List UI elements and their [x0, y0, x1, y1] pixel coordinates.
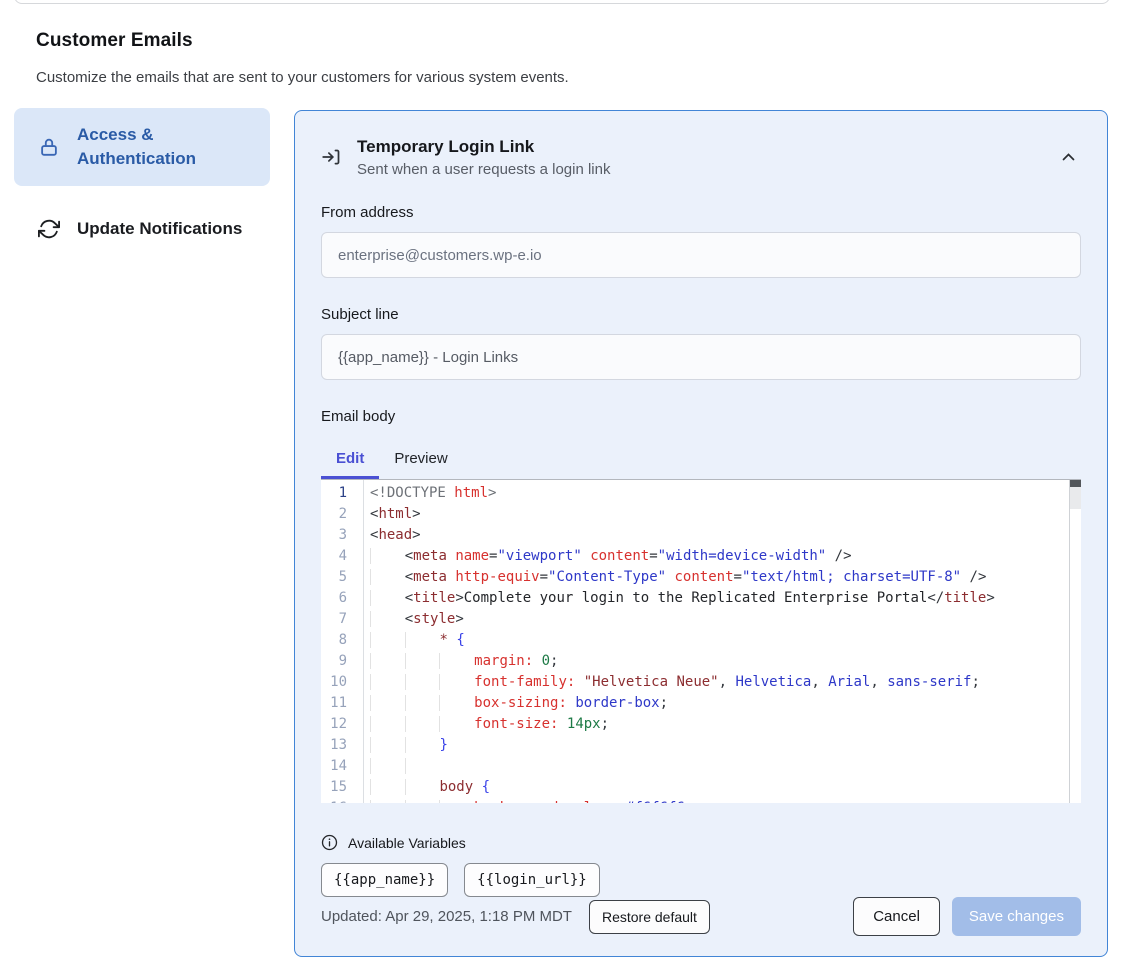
- code-line: <meta name="viewport" content="width=dev…: [370, 546, 1081, 567]
- line-number: 8: [321, 630, 347, 651]
- tab-preview[interactable]: Preview: [379, 440, 462, 479]
- info-icon: [321, 834, 338, 851]
- line-number: 2: [321, 504, 347, 525]
- code-line: font-size: 14px;: [370, 714, 1081, 735]
- code-line: [370, 756, 1081, 777]
- editor-code[interactable]: <!DOCTYPE html><html><head> <meta name="…: [364, 480, 1081, 803]
- line-number: 15: [321, 777, 347, 798]
- chevron-up-icon: [1062, 149, 1075, 164]
- line-number: 11: [321, 693, 347, 714]
- updated-timestamp: Updated: Apr 29, 2025, 1:18 PM MDT: [321, 908, 572, 925]
- cancel-button[interactable]: Cancel: [853, 897, 940, 936]
- code-line: <html>: [370, 504, 1081, 525]
- email-types-sidebar: Access & Authentication Update Notificat…: [14, 108, 270, 256]
- card-footer: Updated: Apr 29, 2025, 1:18 PM MDT Resto…: [321, 897, 1081, 936]
- code-line: body {: [370, 777, 1081, 798]
- line-number: 3: [321, 525, 347, 546]
- editor-tabs: Edit Preview: [321, 440, 1081, 479]
- code-line: <!DOCTYPE html>: [370, 483, 1081, 504]
- variable-chip-login-url[interactable]: {{login_url}}: [464, 863, 600, 897]
- code-editor[interactable]: 12345678910111213141516 <!DOCTYPE html><…: [321, 479, 1081, 803]
- temporary-login-link-card: Temporary Login Link Sent when a user re…: [294, 110, 1108, 957]
- available-variables-label: Available Variables: [348, 835, 466, 851]
- editor-gutter: 12345678910111213141516: [321, 480, 364, 803]
- code-line: <title>Complete your login to the Replic…: [370, 588, 1081, 609]
- editor-scrollbar[interactable]: [1069, 480, 1081, 803]
- variable-chip-app-name[interactable]: {{app_name}}: [321, 863, 448, 897]
- code-line: font-family: "Helvetica Neue", Helvetica…: [370, 672, 1081, 693]
- line-number: 10: [321, 672, 347, 693]
- subject-line-input[interactable]: [321, 334, 1081, 380]
- scrollbar-thumb[interactable]: [1070, 480, 1081, 487]
- line-number: 6: [321, 588, 347, 609]
- tab-edit[interactable]: Edit: [321, 440, 379, 479]
- email-body-label: Email body: [321, 408, 1081, 425]
- code-line: }: [370, 735, 1081, 756]
- save-changes-button[interactable]: Save changes: [952, 897, 1081, 936]
- code-line: <head>: [370, 525, 1081, 546]
- page-description: Customize the emails that are sent to yo…: [36, 69, 569, 86]
- subject-line-label: Subject line: [321, 306, 1081, 323]
- previous-card-edge: [14, 0, 1110, 4]
- line-number: 13: [321, 735, 347, 756]
- code-line: box-sizing: border-box;: [370, 693, 1081, 714]
- refresh-icon: [38, 218, 60, 240]
- sidebar-item-label: Update Notifications: [77, 217, 242, 241]
- page-title: Customer Emails: [36, 30, 569, 52]
- collapse-button[interactable]: [1056, 143, 1081, 170]
- available-variables-row: Available Variables: [321, 834, 1081, 851]
- from-address-input[interactable]: [321, 232, 1081, 278]
- code-line: <style>: [370, 609, 1081, 630]
- restore-default-button[interactable]: Restore default: [589, 900, 710, 934]
- variable-chips: {{app_name}} {{login_url}}: [321, 863, 1081, 897]
- code-line: <meta http-equiv="Content-Type" content=…: [370, 567, 1081, 588]
- line-number: 5: [321, 567, 347, 588]
- line-number: 16: [321, 798, 347, 803]
- card-subtitle: Sent when a user requests a login link: [357, 161, 1056, 178]
- sidebar-item-update-notifications[interactable]: Update Notifications: [14, 202, 270, 256]
- line-number: 4: [321, 546, 347, 567]
- card-header: Temporary Login Link Sent when a user re…: [321, 137, 1081, 178]
- lock-icon: [38, 135, 60, 159]
- code-line: * {: [370, 630, 1081, 651]
- sidebar-item-access-authentication[interactable]: Access & Authentication: [14, 108, 270, 186]
- line-number: 7: [321, 609, 347, 630]
- code-line: margin: 0;: [370, 651, 1081, 672]
- line-number: 14: [321, 756, 347, 777]
- code-line: background-color: #f6f6f6;: [370, 798, 1081, 803]
- login-link-icon: [321, 146, 342, 168]
- page-header: Customer Emails Customize the emails tha…: [36, 30, 569, 86]
- from-address-label: From address: [321, 204, 1081, 221]
- line-number: 9: [321, 651, 347, 672]
- card-title: Temporary Login Link: [357, 137, 1056, 157]
- sidebar-item-label: Access & Authentication: [77, 123, 256, 171]
- line-number: 12: [321, 714, 347, 735]
- line-number: 1: [321, 483, 347, 504]
- scrollbar-track-shade: [1070, 487, 1081, 509]
